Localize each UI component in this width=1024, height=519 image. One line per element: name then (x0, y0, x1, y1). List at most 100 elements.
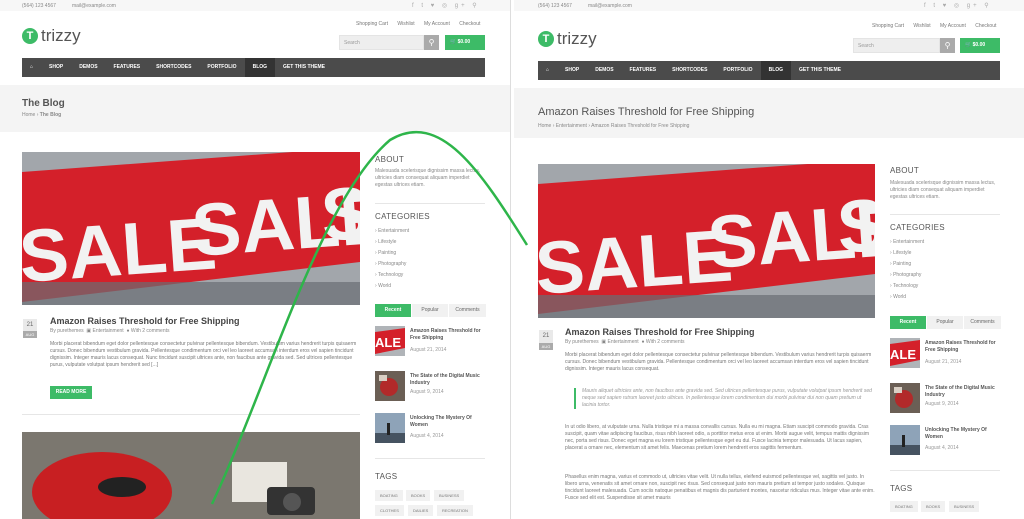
crumb-home[interactable]: Home (22, 112, 35, 118)
recent-title[interactable]: The State of the Digital Music Industry (410, 373, 485, 387)
nav-shop[interactable]: SHOP (41, 58, 71, 77)
tab-recent[interactable]: Recent (890, 316, 926, 329)
search-icon[interactable]: ⚲ (940, 38, 955, 53)
category-item[interactable]: › Lifestyle (375, 237, 409, 248)
post-comments[interactable]: With 2 comments (646, 339, 685, 345)
search-input[interactable]: Search (853, 38, 940, 53)
tag-business[interactable]: BUSINESS (949, 501, 980, 512)
nav-blog[interactable]: BLOG (244, 58, 276, 77)
tag-recreation[interactable]: RECREATION (437, 505, 473, 516)
category-lifestyle[interactable]: Lifestyle (893, 250, 911, 256)
post-category[interactable]: Entertainment (93, 328, 124, 334)
category-item[interactable]: › Technology (375, 270, 409, 281)
recent-post-item[interactable]: ALE Amazon Raises Threshold for Free Shi… (890, 338, 1000, 372)
recent-title[interactable]: Unlocking The Mystery Of Women (410, 415, 485, 429)
nav-demos[interactable]: DEMOS (587, 61, 621, 80)
category-item[interactable]: › World (890, 292, 924, 303)
category-item[interactable]: › Painting (375, 248, 409, 259)
email[interactable]: mail@example.com (588, 3, 632, 9)
post-author[interactable]: By purethemes (50, 328, 84, 334)
cart-button[interactable]: 🛒 $0.00 (960, 38, 1000, 53)
category-photography[interactable]: Photography (378, 261, 406, 267)
nav-home-icon[interactable]: ⌂ (22, 58, 41, 77)
category-technology[interactable]: Technology (893, 283, 918, 289)
nav-get-theme[interactable]: GET THIS THEME (275, 58, 333, 77)
my-account-link[interactable]: My Account (424, 21, 450, 27)
social-icons[interactable]: f t ♥ ◎ g+ ⚲ (412, 2, 480, 9)
category-painting[interactable]: Painting (893, 261, 911, 267)
tag-clothes[interactable]: CLOTHES (375, 505, 404, 516)
tag-books[interactable]: BOOKS (406, 490, 431, 501)
recent-post-item[interactable]: ALE Amazon Raises Threshold for Free Shi… (375, 326, 485, 360)
category-item[interactable]: › Photography (375, 259, 409, 270)
crumb-home[interactable]: Home (538, 123, 551, 129)
nav-shortcodes[interactable]: SHORTCODES (664, 61, 715, 80)
nav-portfolio[interactable]: PORTFOLIO (199, 58, 244, 77)
recent-title[interactable]: Amazon Raises Threshold for Free Shippin… (925, 340, 1000, 354)
tab-popular[interactable]: Popular (412, 304, 448, 317)
category-item[interactable]: › Photography (890, 270, 924, 281)
checkout-link[interactable]: Checkout (975, 23, 996, 29)
recent-thumb[interactable]: ALE (375, 326, 405, 356)
nav-shortcodes[interactable]: SHORTCODES (148, 58, 199, 77)
category-item[interactable]: › Entertainment (890, 237, 924, 248)
post-comments[interactable]: With 2 comments (131, 328, 170, 334)
tag-boating[interactable]: BOATING (375, 490, 403, 501)
recent-post-item[interactable]: The State of the Digital Music Industry … (375, 371, 485, 405)
wishlist-link[interactable]: Wishlist (397, 21, 414, 27)
category-entertainment[interactable]: Entertainment (893, 239, 924, 245)
nav-portfolio[interactable]: PORTFOLIO (715, 61, 760, 80)
recent-thumb[interactable] (375, 413, 405, 443)
my-account-link[interactable]: My Account (940, 23, 966, 29)
cart-button[interactable]: 🛒 $0.00 (445, 35, 485, 50)
checkout-link[interactable]: Checkout (459, 21, 480, 27)
tag-boating[interactable]: BOATING (890, 501, 918, 512)
recent-post-item[interactable]: Unlocking The Mystery Of Women August 4,… (890, 425, 1000, 459)
tag-books[interactable]: BOOKS (921, 501, 946, 512)
email[interactable]: mail@example.com (72, 3, 116, 9)
tag-business[interactable]: BUSINESS (434, 490, 465, 501)
nav-features[interactable]: FEATURES (622, 61, 665, 80)
category-item[interactable]: › Technology (890, 281, 924, 292)
social-icons[interactable]: f t ♥ ◎ g+ ⚲ (924, 2, 992, 9)
wishlist-link[interactable]: Wishlist (913, 23, 930, 29)
second-post-image[interactable] (22, 432, 360, 519)
recent-post-item[interactable]: Unlocking The Mystery Of Women August 4,… (375, 413, 485, 447)
tab-comments[interactable]: Comments (449, 304, 486, 317)
recent-title[interactable]: Unlocking The Mystery Of Women (925, 427, 1000, 441)
read-more-button[interactable]: READ MORE (50, 386, 92, 399)
shopping-cart-link[interactable]: Shopping Cart (872, 23, 904, 29)
post-category[interactable]: Entertainment (608, 339, 639, 345)
recent-title[interactable]: The State of the Digital Music Industry (925, 385, 1000, 399)
sale-image[interactable]: SALE SALE S (22, 152, 360, 305)
nav-features[interactable]: FEATURES (106, 58, 149, 77)
category-world[interactable]: World (893, 294, 906, 300)
category-photography[interactable]: Photography (893, 272, 921, 278)
category-technology[interactable]: Technology (378, 272, 403, 278)
recent-thumb[interactable]: ALE (890, 338, 920, 368)
category-entertainment[interactable]: Entertainment (378, 228, 409, 234)
tab-recent[interactable]: Recent (375, 304, 411, 317)
recent-post-item[interactable]: The State of the Digital Music Industry … (890, 383, 1000, 417)
crumb-entertainment[interactable]: Entertainment (556, 123, 587, 129)
nav-blog[interactable]: BLOG (760, 61, 792, 80)
tab-comments[interactable]: Comments (964, 316, 1001, 329)
tag-dailies[interactable]: DAILIES (408, 505, 434, 516)
nav-shop[interactable]: SHOP (557, 61, 587, 80)
post-title[interactable]: Amazon Raises Threshold for Free Shippin… (50, 316, 240, 326)
nav-demos[interactable]: DEMOS (71, 58, 105, 77)
recent-thumb[interactable] (890, 425, 920, 455)
nav-home-icon[interactable]: ⌂ (538, 61, 557, 80)
tab-popular[interactable]: Popular (927, 316, 963, 329)
category-world[interactable]: World (378, 283, 391, 289)
post-author[interactable]: By purethemes (565, 339, 599, 345)
category-item[interactable]: › Painting (890, 259, 924, 270)
search-icon[interactable]: ⚲ (424, 35, 439, 50)
recent-title[interactable]: Amazon Raises Threshold for Free Shippin… (410, 328, 485, 342)
category-item[interactable]: › Entertainment (375, 226, 409, 237)
logo[interactable]: T trizzy (22, 26, 81, 46)
recent-thumb[interactable] (890, 383, 920, 413)
logo[interactable]: T trizzy (538, 29, 597, 49)
search-input[interactable]: Search (339, 35, 424, 50)
category-lifestyle[interactable]: Lifestyle (378, 239, 396, 245)
